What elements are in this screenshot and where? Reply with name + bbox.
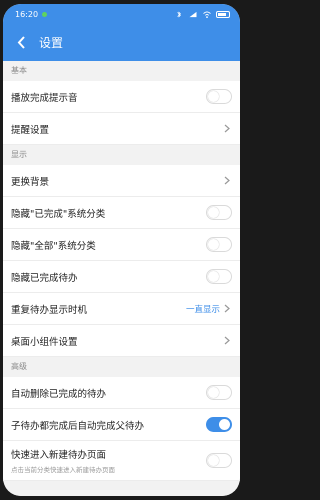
setting-label: 快速进入新建待办页面 [11,450,107,461]
section-header-advanced: 高级 [3,357,240,377]
bluetooth-icon [177,11,181,17]
hide-all-category-toggle[interactable] [206,237,232,252]
setting-label: 自动删除已完成的待办 [11,388,107,400]
auto-complete-parent-toggle[interactable] [206,417,232,432]
setting-label: 隐藏已完成待办 [11,272,78,284]
chevron-right-icon [224,304,232,314]
setting-play-sound[interactable]: 播放完成提示音 [3,81,240,113]
notification-dot-icon [42,11,48,17]
section-header-display: 显示 [3,145,240,165]
setting-description: 点击当前分类快速进入新建待办页面 [11,466,115,474]
wifi-icon [203,10,211,18]
status-time: 16:20 [15,9,39,19]
chevron-right-icon [224,176,232,186]
setting-label: 更换背景 [11,176,50,188]
setting-change-background[interactable]: 更换背景 [3,165,240,197]
setting-label: 子待办都完成后自动完成父待办 [11,420,145,432]
phone-screen: 16:20 设置 基本 播放完成提示音 提醒设置 显示 更换背景 隐藏"已完成"… [3,4,240,496]
setting-label: 播放完成提示音 [11,92,78,104]
setting-label: 隐藏"全部"系统分类 [11,240,96,252]
nav-bar [3,486,240,496]
hide-done-category-toggle[interactable] [206,205,232,220]
play-sound-toggle[interactable] [206,89,232,104]
battery-icon [216,10,230,18]
setting-label: 隐藏"已完成"系统分类 [11,208,106,220]
setting-label: 重复待办显示时机 [11,304,88,316]
page-title: 设置 [39,36,64,50]
chevron-right-icon [224,124,232,134]
setting-repeat-timing[interactable]: 重复待办显示时机 一直显示 [3,293,240,325]
setting-widget[interactable]: 桌面小组件设置 [3,325,240,357]
auto-delete-toggle[interactable] [206,385,232,400]
setting-reminder[interactable]: 提醒设置 [3,113,240,145]
hide-done-todo-toggle[interactable] [206,269,232,284]
section-header-basic: 基本 [3,61,240,81]
repeat-timing-value: 一直显示 [185,304,220,315]
setting-hide-done-todo[interactable]: 隐藏已完成待办 [3,261,240,293]
status-bar: 16:20 [3,4,240,24]
setting-label: 桌面小组件设置 [11,336,78,348]
quick-new-toggle[interactable] [206,453,232,468]
setting-hide-all-category[interactable]: 隐藏"全部"系统分类 [3,229,240,261]
setting-hide-done-category[interactable]: 隐藏"已完成"系统分类 [3,197,240,229]
setting-auto-delete[interactable]: 自动删除已完成的待办 [3,377,240,409]
signal-icon [189,11,197,17]
back-button[interactable] [13,35,29,51]
setting-auto-complete-parent[interactable]: 子待办都完成后自动完成父待办 [3,409,240,441]
setting-label: 提醒设置 [11,124,50,136]
app-bar: 设置 [3,24,240,61]
chevron-left-icon [17,36,25,49]
chevron-right-icon [224,336,232,346]
setting-quick-new[interactable]: 快速进入新建待办页面 点击当前分类快速进入新建待办页面 [3,441,240,481]
